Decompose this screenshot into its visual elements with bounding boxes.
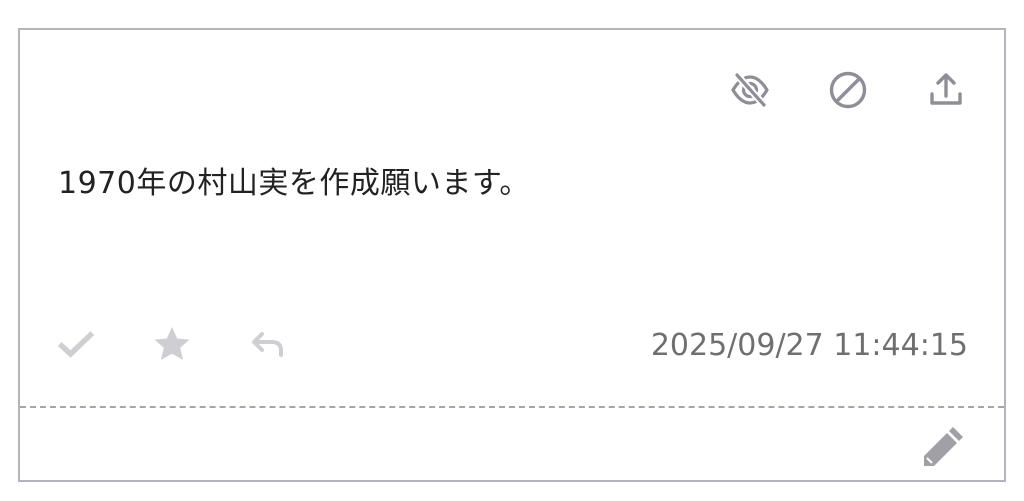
message-actions [56, 324, 288, 364]
check-icon [57, 331, 95, 358]
upload-icon [930, 73, 962, 105]
pencil-icon [924, 427, 963, 466]
message-text: 1970年の村山実を作成願います。 [58, 166, 530, 201]
share-button[interactable] [926, 70, 966, 110]
star-icon [154, 327, 190, 360]
message-toolbar [730, 70, 966, 110]
card-divider [20, 406, 1004, 408]
check-button[interactable] [56, 324, 96, 364]
reply-button[interactable] [248, 324, 288, 364]
favorite-button[interactable] [152, 324, 192, 364]
block-button[interactable] [828, 70, 868, 110]
eye-off-icon [731, 72, 769, 108]
block-icon [829, 71, 867, 109]
message-timestamp: 2025/09/27 11:44:15 [650, 328, 968, 363]
message-card: 1970年の村山実を作成願います。 2025/09/27 11:44:15 [18, 28, 1006, 482]
edit-button[interactable] [918, 422, 968, 472]
hide-button[interactable] [730, 70, 770, 110]
reply-icon [252, 332, 283, 357]
